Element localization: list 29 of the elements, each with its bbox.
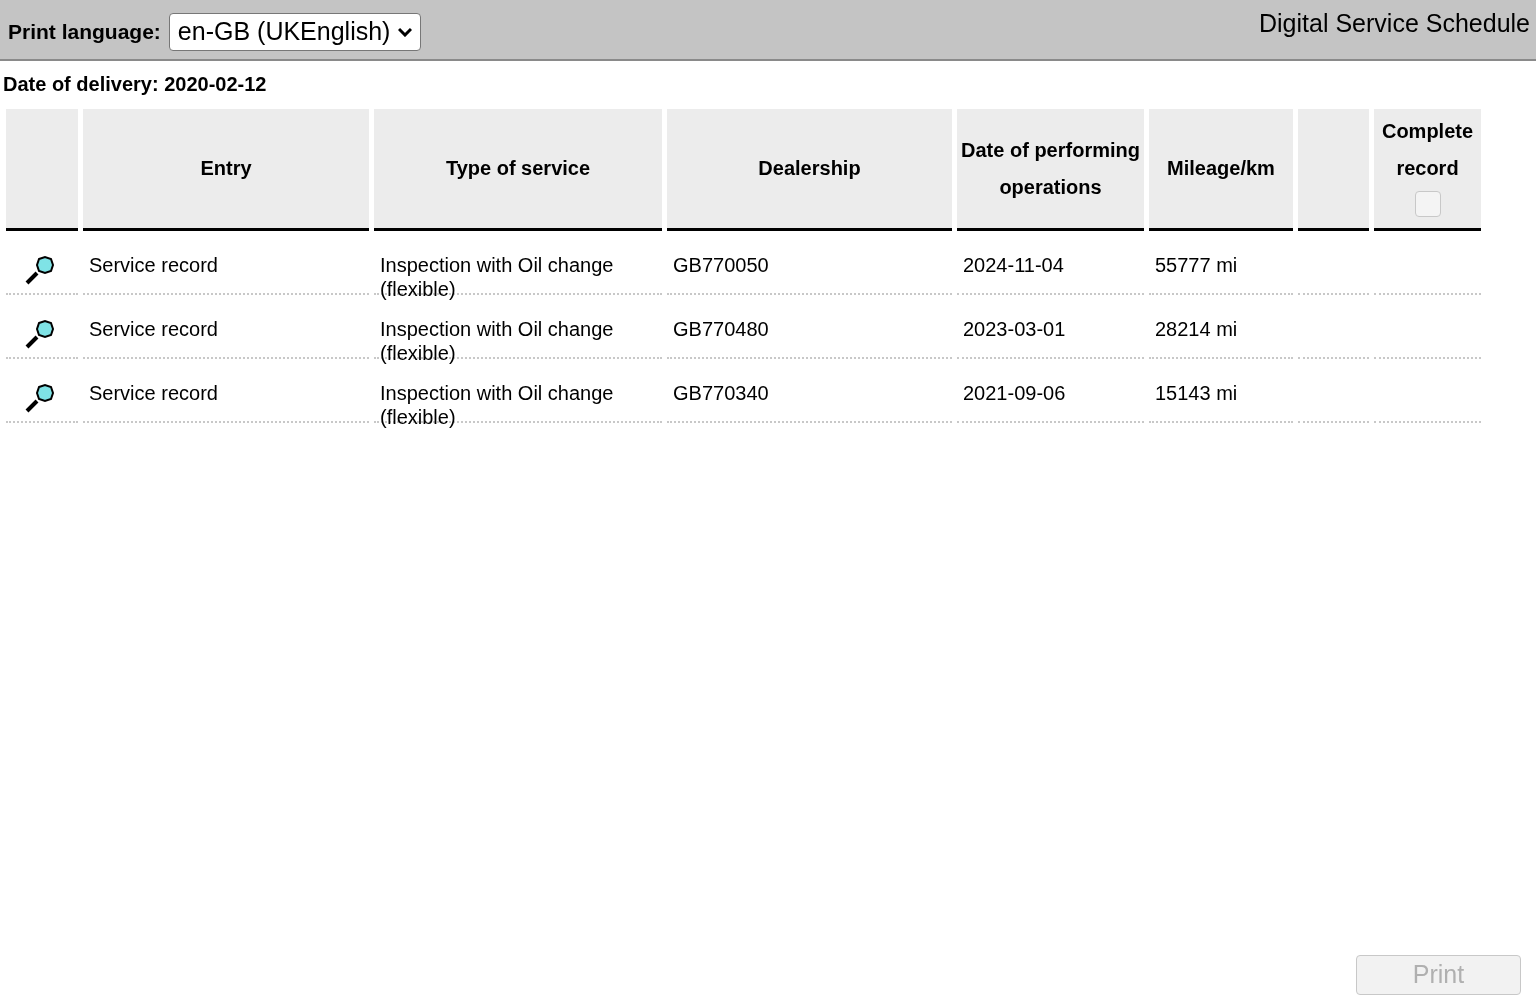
column-header-label: Complete record [1380,119,1475,181]
table-cell: 15143 mi [1155,382,1238,404]
table-cell: GB770340 [673,382,769,404]
table-cell: 28214 mi [1155,318,1238,340]
table-cell: 55777 mi [1155,254,1238,276]
magnifier-icon[interactable] [23,253,57,287]
table-cell: 2021-09-06 [963,382,1066,404]
table-cell: GB770480 [673,318,769,340]
table-cell: 2024-11-04 [963,254,1064,276]
table-cell: GB770050 [673,254,769,276]
table-cell: Service record [89,382,218,404]
column-header: Date of performing operations [957,109,1144,231]
magnifier-icon[interactable] [23,317,57,351]
page-title: Digital Service Schedule [1259,8,1530,39]
column-header: Type of service [374,109,662,231]
print-language-label: Print language: [8,19,161,46]
table-cell: 2023-03-01 [963,318,1066,340]
column-header: Dealership [667,109,952,231]
table-cell: Service record [89,318,218,340]
column-header: Mileage/km [1149,109,1293,231]
table-cell: Service record [89,254,218,276]
delivery-date: Date of delivery: 2020-02-12 [3,72,267,97]
chevron-down-icon [398,27,413,37]
table-cell: Inspection with Oil change (flexible) [380,254,614,300]
column-header: Entry [83,109,369,231]
table-cell: Inspection with Oil change (flexible) [380,382,614,428]
magnifier-icon[interactable] [23,381,57,415]
table-cell: Inspection with Oil change (flexible) [380,318,614,364]
language-select[interactable]: en-GB (UKEnglish) [168,13,422,51]
